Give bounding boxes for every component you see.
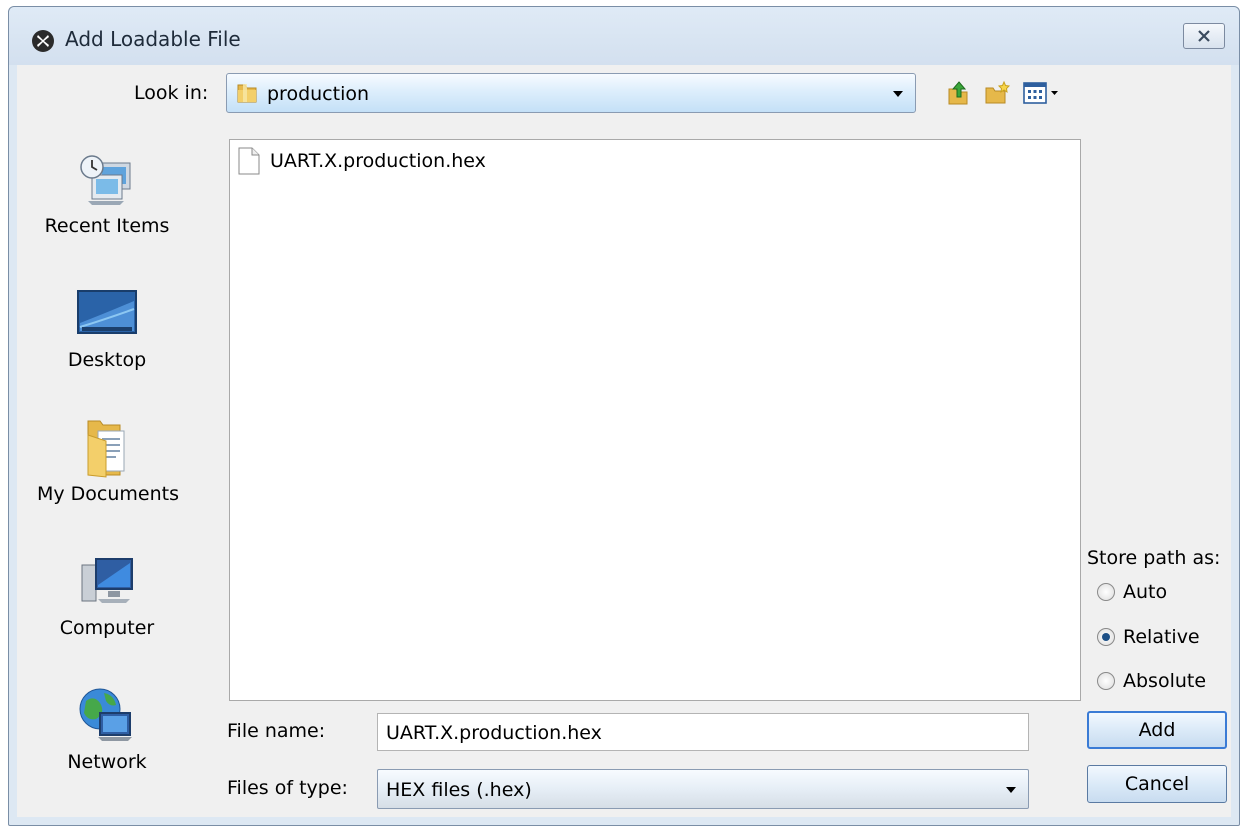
- list-item[interactable]: UART.X.production.hex: [238, 146, 486, 176]
- app-icon: [32, 30, 54, 52]
- file-type-dropdown[interactable]: HEX files (.hex): [377, 769, 1029, 809]
- radio-label: Relative: [1123, 626, 1200, 648]
- radio-button[interactable]: [1097, 672, 1115, 690]
- radio-auto[interactable]: Auto: [1097, 581, 1167, 603]
- look-in-label: Look in:: [134, 82, 209, 104]
- radio-absolute[interactable]: Absolute: [1097, 670, 1206, 692]
- recent-items-icon: [80, 155, 131, 205]
- file-name-label: File name:: [227, 720, 326, 742]
- place-label: Computer: [59, 617, 155, 639]
- place-label: My Documents: [37, 483, 180, 505]
- cancel-button[interactable]: Cancel: [1087, 765, 1227, 803]
- radio-relative[interactable]: Relative: [1097, 626, 1200, 648]
- store-path-label: Store path as:: [1087, 547, 1221, 569]
- file-icon: [238, 147, 260, 175]
- look-in-value: production: [267, 83, 370, 105]
- radio-label: Absolute: [1123, 670, 1207, 692]
- file-name-field[interactable]: UART.X.production.hex: [377, 713, 1029, 751]
- my-documents-icon: [87, 420, 125, 478]
- place-recent-items[interactable]: Recent Items: [37, 149, 177, 237]
- place-label: Network: [67, 751, 147, 773]
- add-loadable-file-dialog: Add Loadable File Look in: production Re…: [8, 6, 1240, 826]
- radio-label: Auto: [1123, 581, 1168, 603]
- desktop-icon: [77, 290, 137, 334]
- place-computer[interactable]: Computer: [37, 551, 177, 639]
- new-folder-icon[interactable]: [983, 79, 1011, 107]
- network-icon: [79, 688, 132, 741]
- title-bar: Add Loadable File: [9, 7, 1239, 65]
- dialog-body: Look in: production Recent Items Desktop…: [17, 65, 1231, 817]
- look-in-dropdown[interactable]: production: [226, 73, 916, 113]
- place-label: Desktop: [67, 349, 147, 371]
- folder-icon: [237, 84, 257, 103]
- place-desktop[interactable]: Desktop: [37, 283, 177, 371]
- place-my-documents[interactable]: My Documents: [37, 417, 180, 505]
- close-icon: [1198, 30, 1210, 42]
- up-folder-icon[interactable]: [945, 79, 973, 107]
- file-name: UART.X.production.hex: [270, 150, 486, 172]
- chevron-down-icon: [1006, 787, 1016, 793]
- view-menu-button[interactable]: [1021, 79, 1065, 107]
- window-title: Add Loadable File: [65, 27, 241, 51]
- close-button[interactable]: [1183, 23, 1225, 49]
- file-type-value: HEX files (.hex): [386, 779, 532, 801]
- add-button[interactable]: Add: [1087, 711, 1227, 749]
- place-label: Recent Items: [44, 215, 170, 237]
- radio-button[interactable]: [1097, 628, 1115, 646]
- radio-button[interactable]: [1097, 583, 1115, 601]
- chevron-down-icon: [893, 91, 903, 97]
- computer-icon: [81, 558, 133, 603]
- place-network[interactable]: Network: [37, 685, 177, 773]
- view-menu-icon: [1023, 82, 1058, 104]
- file-type-label: Files of type:: [227, 777, 348, 799]
- file-list[interactable]: UART.X.production.hex: [229, 139, 1081, 701]
